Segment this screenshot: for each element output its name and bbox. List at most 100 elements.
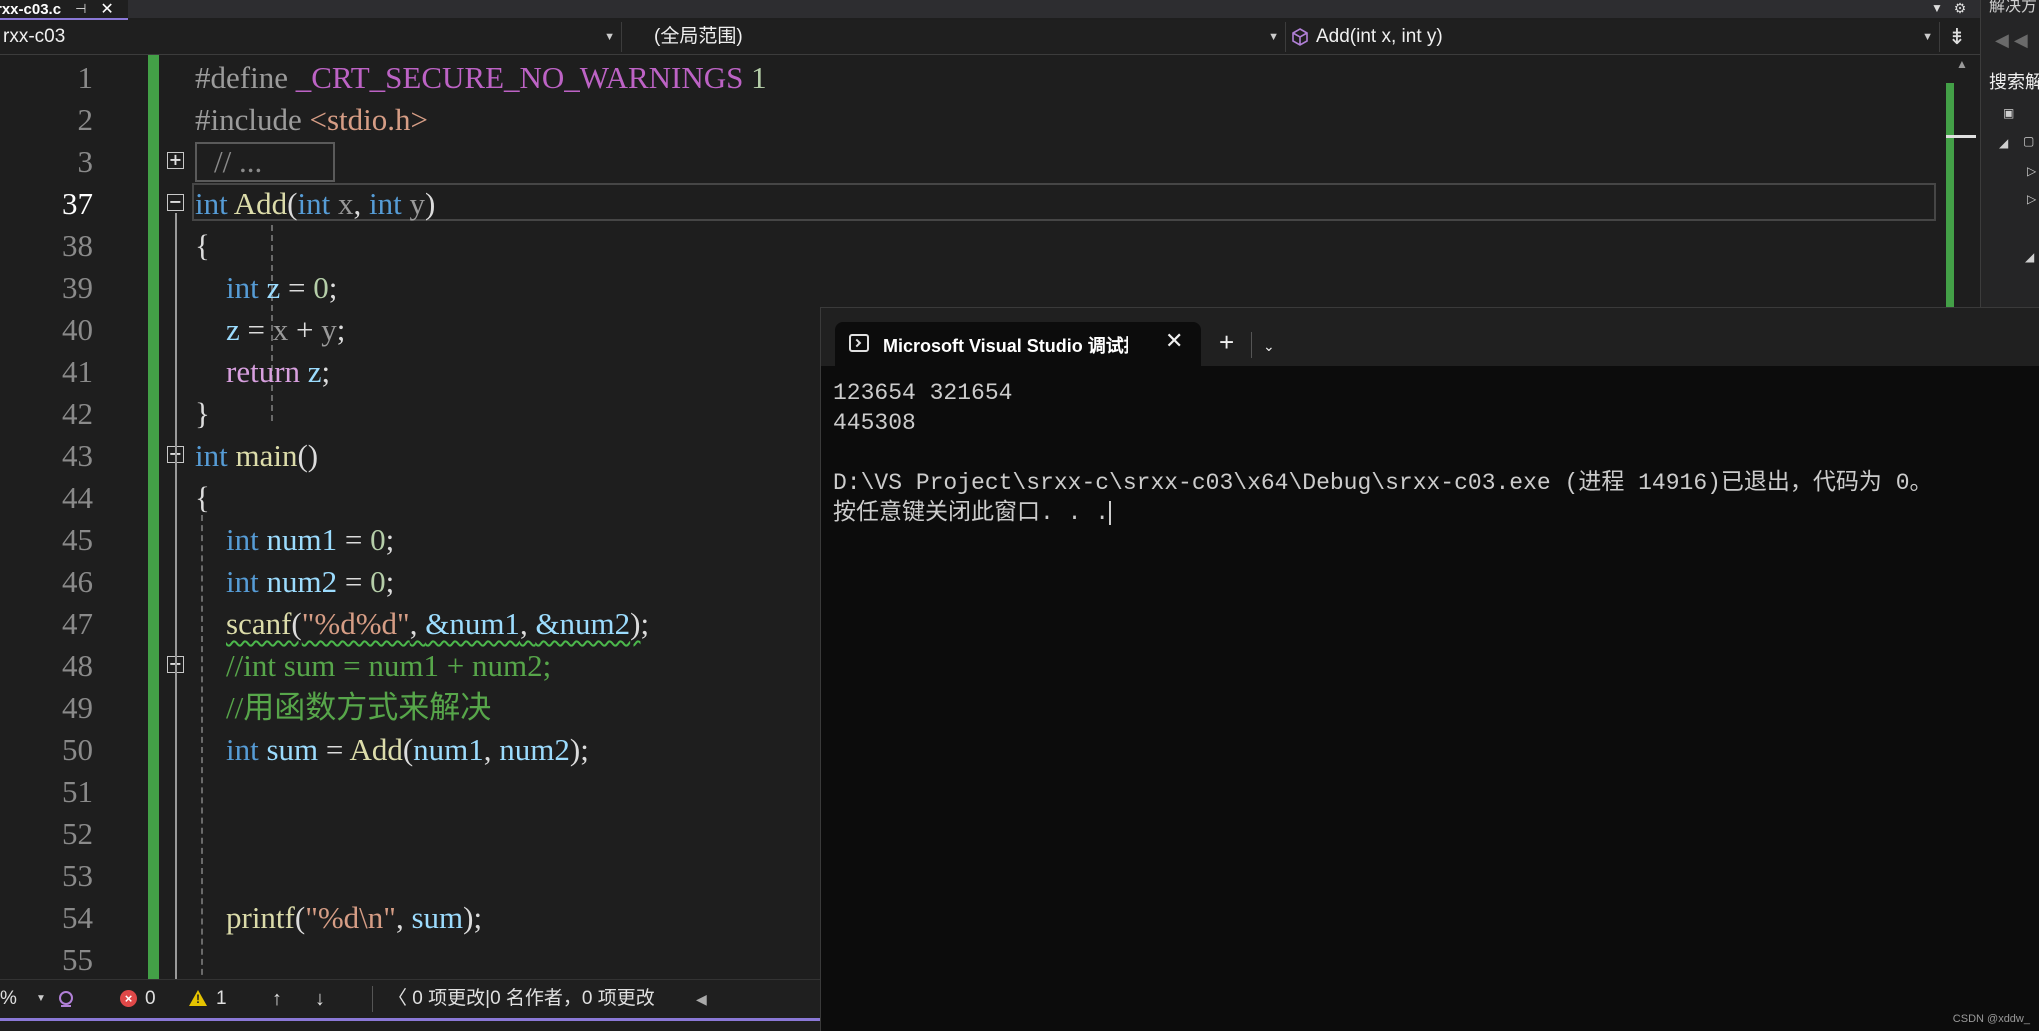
line-number: 53 xyxy=(62,858,93,893)
line-number: 43 xyxy=(62,438,93,473)
error-count[interactable]: 0 xyxy=(145,980,156,1018)
chevron-right-icon[interactable]: ▷ xyxy=(2027,192,2036,206)
plus-icon[interactable]: + xyxy=(1219,322,1234,362)
code-line: int z = 0; xyxy=(226,270,338,305)
scope-dropdown-value: (全局范围) xyxy=(654,26,743,47)
code-health-icon[interactable] xyxy=(55,988,77,1010)
code-line: printf("%d\n", sum); xyxy=(226,900,483,935)
back-forward-icon[interactable]: ◀ ◀ xyxy=(1995,30,2028,51)
navigation-bar: rxx-c03 ▼ (全局范围) ▼ Add(int x, int y) ▼ xyxy=(0,20,1980,55)
document-tab-strip xyxy=(0,0,1980,18)
minus-icon[interactable]: − xyxy=(167,194,184,211)
divider xyxy=(372,986,373,1012)
console-tab-title: Microsoft Visual Studio 调试控制台 xyxy=(883,336,1128,356)
arrow-up-icon[interactable]: ↑ xyxy=(272,980,282,1018)
project-icon: ▢ xyxy=(2023,134,2035,148)
code-line: //int sum = num1 + num2; xyxy=(226,648,552,683)
project-dropdown[interactable]: rxx-c03 ▼ xyxy=(0,22,622,52)
outline-guide xyxy=(175,465,177,980)
function-dropdown[interactable]: Add(int x, int y) ▼ xyxy=(1288,22,1940,52)
project-dropdown-value: rxx-c03 xyxy=(3,26,66,47)
cube-icon xyxy=(1292,28,1308,46)
chevron-down-icon[interactable]: ◢ xyxy=(2025,250,2034,264)
code-line: } xyxy=(195,396,210,431)
line-number: 51 xyxy=(62,774,93,809)
vertical-scrollbar[interactable]: ▲ xyxy=(1946,55,1980,310)
document-tab[interactable]: rxx-c03.c ⊣ ✕ xyxy=(0,0,128,20)
code-line: #define _CRT_SECURE_NO_WARNINGS 1 xyxy=(195,60,767,95)
line-number: 40 xyxy=(62,312,93,347)
code-line: return z; xyxy=(226,354,331,389)
text-cursor xyxy=(1109,500,1112,525)
line-number: 2 xyxy=(77,102,94,137)
console-output[interactable]: 123654 321654 445308 D:\VS Project\srxx-c\… xyxy=(833,378,1933,528)
chevron-down-icon[interactable]: ▼ xyxy=(1925,0,1949,18)
chevron-down-icon[interactable]: ▼ xyxy=(36,980,46,1018)
console-line: 123654 321654 xyxy=(833,380,1013,406)
line-number: 41 xyxy=(62,354,93,389)
watermark: CSDN @xddw_ xyxy=(1952,1013,2030,1025)
line-number: 48 xyxy=(62,648,93,683)
warning-icon-mark: ! xyxy=(196,992,200,1006)
line-number: 46 xyxy=(62,564,93,599)
chevron-down-icon: ▼ xyxy=(1922,31,1933,43)
line-number: 55 xyxy=(62,942,93,977)
line-number: 42 xyxy=(62,396,93,431)
line-number: 54 xyxy=(62,900,93,935)
chevron-down-icon: ▼ xyxy=(604,31,615,43)
code-line: #include <stdio.h> xyxy=(195,102,429,137)
document-tab-label: rxx-c03.c xyxy=(0,0,62,18)
line-number-gutter: 1 2 3 37 38 39 40 41 42 43 44 45 46 47 4… xyxy=(0,55,95,980)
solution-explorer-panel: 解决方 ◀ ◀ 搜索解 ▣ ◢ ▢ ▷ ▷ ◢ xyxy=(1980,0,2039,310)
line-number: 44 xyxy=(62,480,93,515)
git-changes-status[interactable]: 〈 0 项更改|0 名作者，0 项更改 xyxy=(388,980,655,1018)
arrow-down-icon[interactable]: ↓ xyxy=(315,980,325,1018)
change-tracking-bar xyxy=(148,55,159,980)
solution-icon: ▣ xyxy=(2003,106,2015,120)
line-number: 52 xyxy=(62,816,93,851)
plus-icon[interactable]: + xyxy=(167,152,184,169)
debug-console-window[interactable]: Microsoft Visual Studio 调试控制台 ✕ + ⌄ 1236… xyxy=(820,307,2039,1031)
editor-status-bar: % ▼ × 0 ! 1 ↑ ↓ 〈 0 项更改|0 名作者，0 项更改 ◀ xyxy=(0,979,820,1018)
console-tab[interactable]: Microsoft Visual Studio 调试控制台 ✕ xyxy=(835,322,1201,366)
line-number-current: 37 xyxy=(62,186,93,221)
scroll-thumb[interactable] xyxy=(1946,135,1976,138)
function-dropdown-value: Add(int x, int y) xyxy=(1316,26,1443,47)
terminal-icon xyxy=(849,334,869,352)
divider xyxy=(1251,332,1252,358)
code-line: int Add(int x, int y) xyxy=(195,186,436,221)
error-icon[interactable]: × xyxy=(120,990,137,1007)
line-number: 39 xyxy=(62,270,93,305)
chevron-right-icon[interactable]: ▷ xyxy=(2027,164,2036,178)
close-icon[interactable]: ✕ xyxy=(1165,328,1183,354)
scroll-change-marker xyxy=(1946,83,1954,310)
outline-guide xyxy=(175,213,177,485)
line-number: 50 xyxy=(62,732,93,767)
line-number: 47 xyxy=(62,606,93,641)
chevron-down-icon[interactable]: ⌄ xyxy=(1263,326,1275,366)
arrow-up-icon[interactable]: ▲ xyxy=(1956,57,1968,71)
code-line: scanf("%d%d", &num1, &num2); xyxy=(226,606,650,641)
pin-icon[interactable]: ⊣ xyxy=(75,1,86,17)
warning-count[interactable]: 1 xyxy=(216,980,227,1018)
code-line: { xyxy=(195,480,210,515)
console-titlebar: Microsoft Visual Studio 调试控制台 ✕ + ⌄ xyxy=(821,308,2039,366)
chevron-down-icon: ▼ xyxy=(1268,31,1279,43)
scope-dropdown[interactable]: (全局范围) ▼ xyxy=(626,22,1286,52)
gear-icon[interactable]: ⚙ xyxy=(1950,0,1970,18)
close-icon[interactable]: ✕ xyxy=(100,0,113,18)
code-line: { xyxy=(195,228,210,263)
chevron-down-icon[interactable]: ◢ xyxy=(1999,136,2008,150)
line-number: 38 xyxy=(62,228,93,263)
solution-search-input[interactable]: 搜索解 xyxy=(1989,68,2039,94)
line-number: 3 xyxy=(77,144,94,179)
code-line: int sum = Add(num1, num2); xyxy=(226,732,589,767)
current-line-highlight xyxy=(192,183,1936,221)
zoom-level[interactable]: % xyxy=(0,980,17,1018)
console-line: D:\VS Project\srxx-c\srxx-c03\x64\Debug\… xyxy=(833,470,1933,496)
collapsed-region-label[interactable]: // ... xyxy=(214,141,262,183)
solution-explorer-title: 解决方 xyxy=(1989,0,2038,15)
split-icon[interactable]: ⇟ xyxy=(1944,24,1970,50)
scroll-left-icon[interactable]: ◀ xyxy=(696,980,707,1018)
